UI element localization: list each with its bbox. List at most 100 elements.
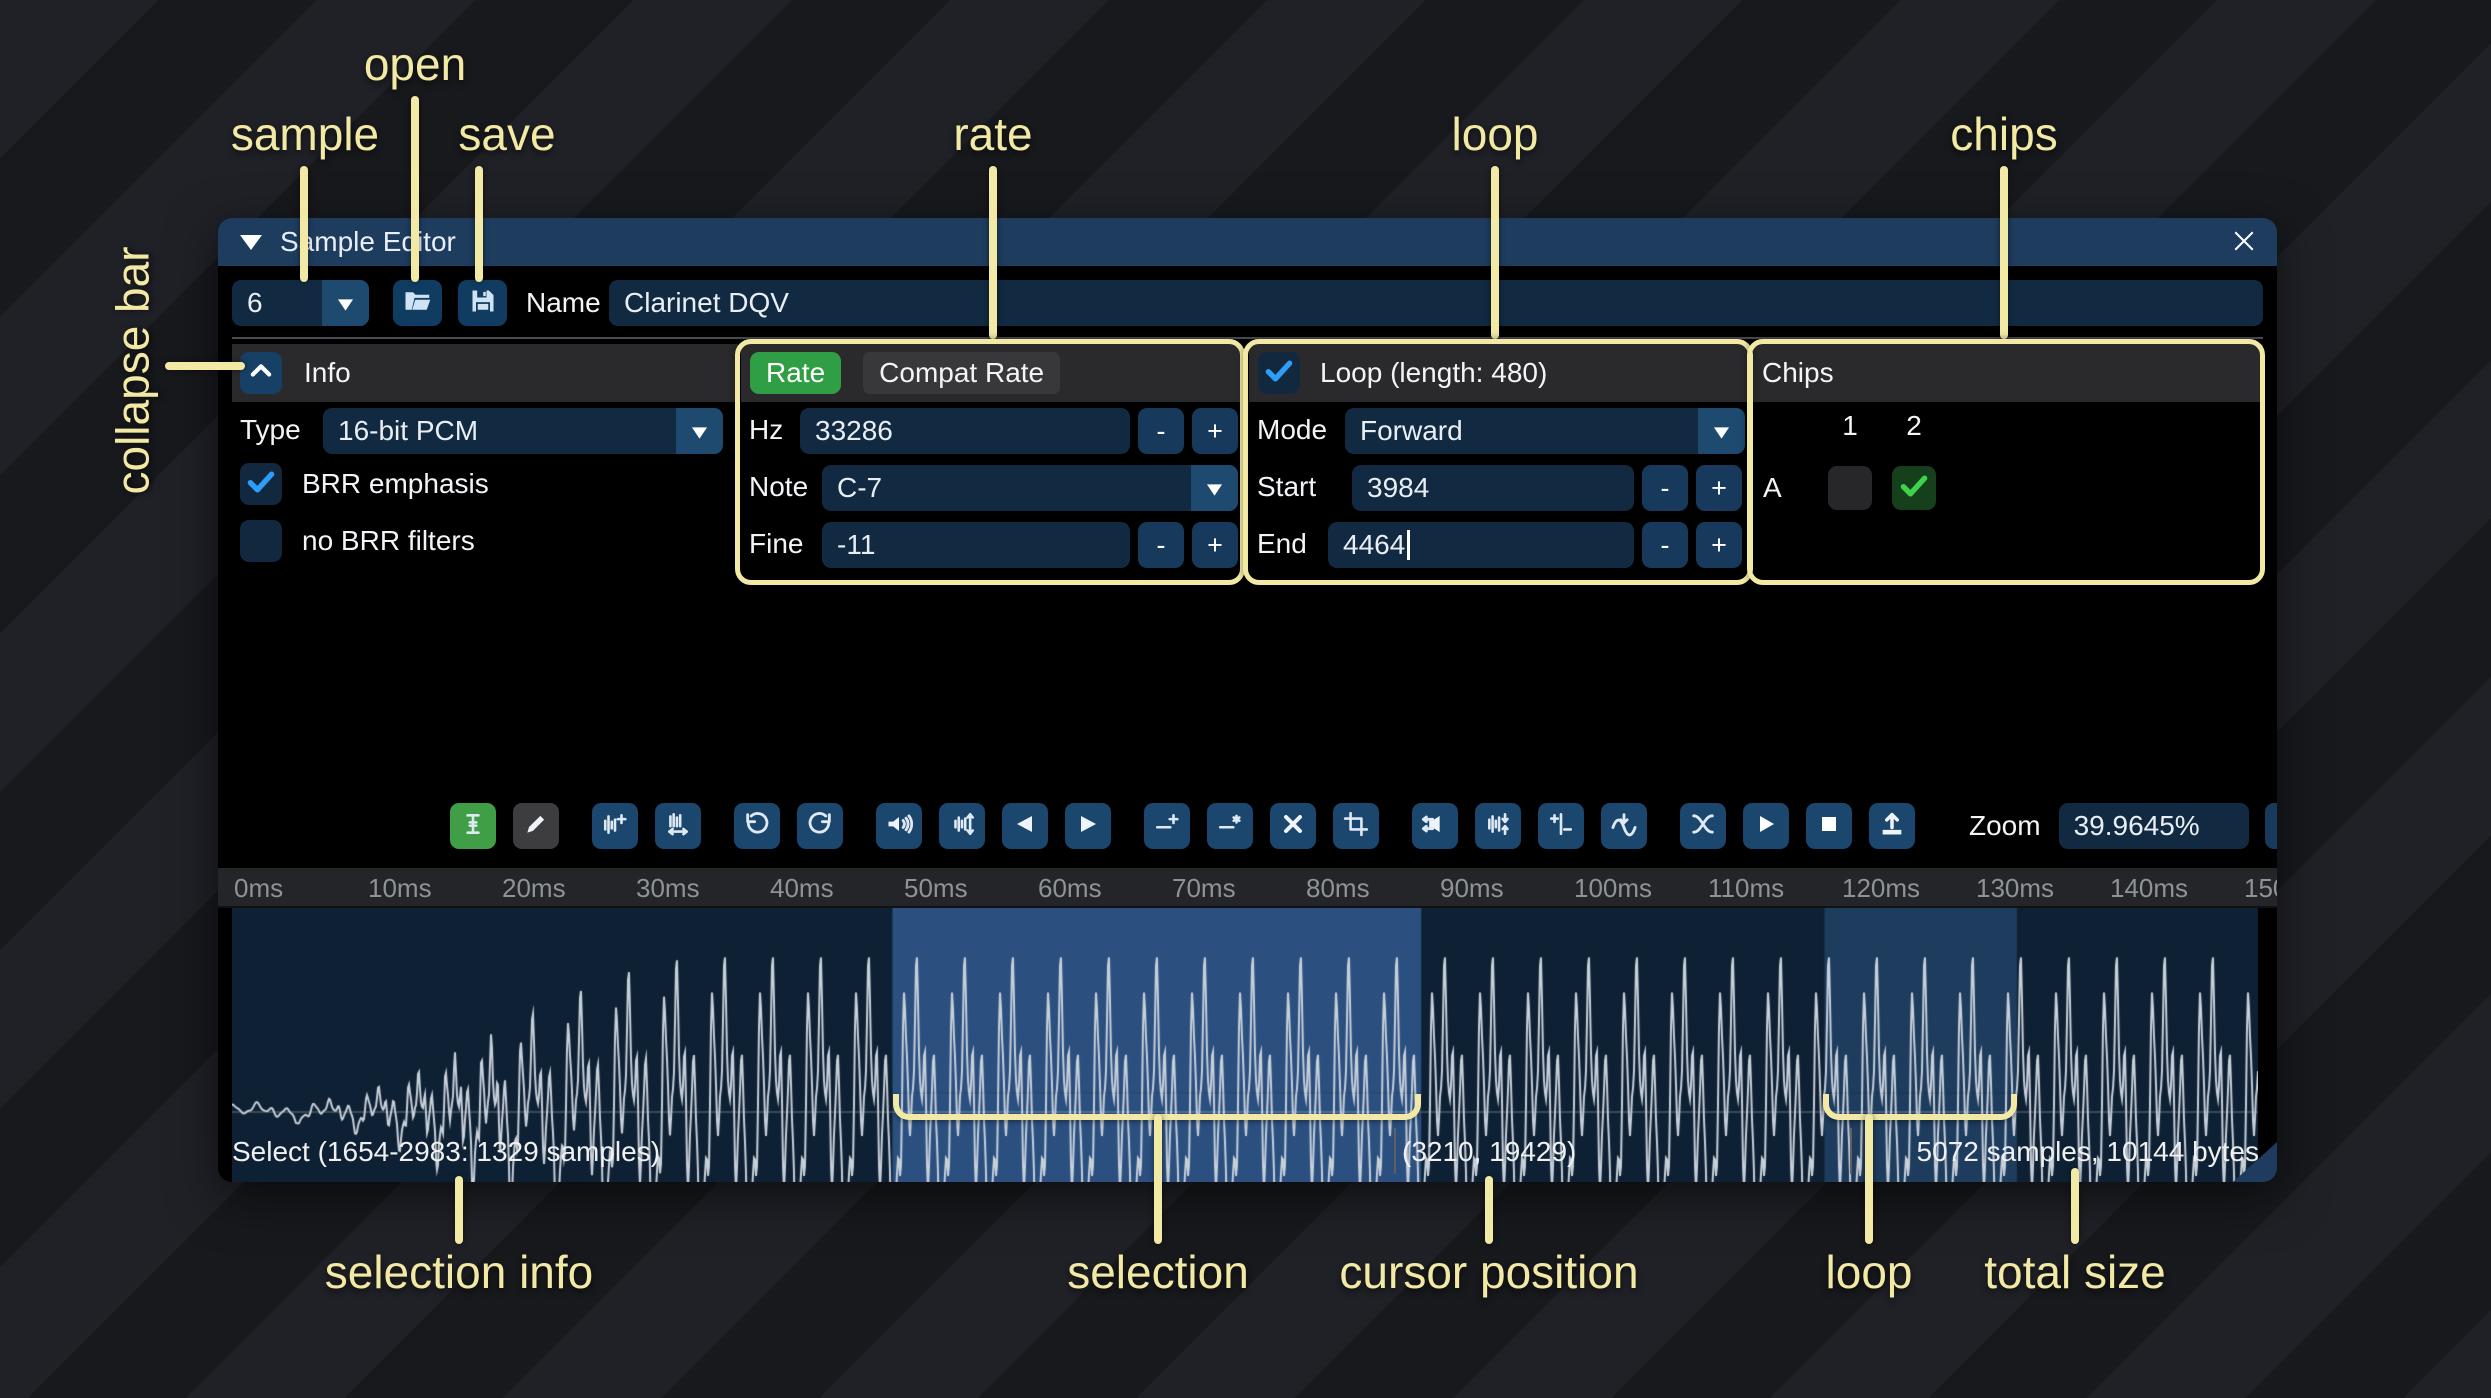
annotation-rate: rate	[953, 108, 1033, 160]
annotation-total-size: total size	[1984, 1246, 2166, 1298]
ruler-tick-50ms: 50ms	[904, 873, 968, 903]
redo-button[interactable]	[797, 803, 843, 849]
open-sample-button[interactable]	[393, 280, 442, 326]
normalize-icon	[949, 811, 975, 842]
amplify-button[interactable]	[876, 803, 922, 849]
fade-in-button[interactable]	[1002, 803, 1048, 849]
ruler-tick-110ms: 110ms	[1708, 873, 1785, 903]
resample-button[interactable]	[655, 803, 701, 849]
status-divider	[1394, 1128, 1396, 1174]
floppy-save-icon	[469, 287, 497, 320]
annotation-open: open	[363, 38, 467, 90]
annotation-line-loop-bottom	[1865, 1114, 1873, 1244]
annotation-rect-chips	[1747, 339, 2265, 585]
undo-button[interactable]	[734, 803, 780, 849]
ruler-tick-30ms: 30ms	[636, 873, 700, 903]
apply-silence-button[interactable]	[1207, 803, 1253, 849]
fade-in-icon	[1013, 812, 1037, 841]
info-section-header: Info	[232, 344, 738, 402]
annotation-line-total-size	[2071, 1168, 2079, 1244]
annotation-line-selection	[1154, 1114, 1162, 1244]
apply-filter-button[interactable]	[1601, 803, 1647, 849]
delete-button[interactable]	[1270, 803, 1316, 849]
annotation-line-loop	[1491, 166, 1499, 339]
save-sample-button[interactable]	[458, 280, 507, 326]
zoom-input[interactable]: 39.9645%	[2058, 803, 2249, 849]
status-selection-info: Select (1654-2983: 1329 samples)	[232, 1136, 661, 1167]
folder-open-icon	[403, 286, 433, 321]
annotation-cursor-position: cursor position	[1339, 1246, 1639, 1298]
zoom-out-button[interactable]: -	[2264, 803, 2277, 849]
collapse-bar-button[interactable]	[240, 352, 282, 394]
trim-button[interactable]	[1333, 803, 1379, 849]
select-mode-button[interactable]	[450, 803, 496, 849]
window-collapse-triangle-icon[interactable]	[240, 234, 262, 250]
ruler-tick-70ms: 70ms	[1172, 873, 1236, 903]
info-section-title: Info	[304, 357, 351, 388]
redo-icon	[806, 810, 834, 843]
crossfade-button[interactable]	[1680, 803, 1726, 849]
no-brr-filters-checkbox[interactable]	[240, 520, 282, 562]
sample-number-selector[interactable]: 6	[232, 280, 369, 326]
annotation-sample: sample	[230, 108, 380, 160]
ruler-tick-0ms: 0ms	[234, 873, 284, 903]
undo-icon	[743, 810, 771, 843]
amplify-icon	[885, 810, 914, 843]
ruler-tick-40ms: 40ms	[770, 873, 834, 903]
ruler-tick-100ms: 100ms	[1574, 873, 1653, 903]
annotation-line-rate	[989, 166, 997, 339]
sample-type-value: 16-bit PCM	[338, 415, 479, 446]
zoom-label: Zoom	[1969, 810, 2041, 841]
play-icon	[1754, 812, 1778, 841]
draw-mode-button[interactable]	[513, 803, 559, 849]
resize-button[interactable]	[592, 803, 638, 849]
status-cursor-position: (3210, 19429)	[1402, 1136, 1577, 1167]
checkmark-icon	[244, 465, 278, 504]
annotation-chips: chips	[1950, 108, 2058, 160]
close-icon	[2229, 226, 2259, 261]
reverse-icon	[1421, 810, 1449, 843]
ruler-tick-10ms: 10ms	[368, 873, 432, 903]
annotation-rect-rate	[735, 339, 1245, 585]
annotation-selection-info: selection info	[324, 1246, 594, 1298]
invert-icon	[1485, 811, 1511, 842]
annotation-line-chips	[2000, 166, 2008, 339]
close-button[interactable]	[2227, 226, 2261, 260]
sample-type-dropdown[interactable]: 16-bit PCM	[323, 408, 723, 454]
resize-icon	[602, 811, 628, 842]
convert-signedness-button[interactable]	[1538, 803, 1584, 849]
status-divider	[1850, 1128, 1852, 1174]
annotation-line-cursor-position	[1485, 1176, 1493, 1244]
chevron-down-icon[interactable]	[676, 408, 723, 454]
preview-play-button[interactable]	[1743, 803, 1789, 849]
annotation-line-open	[411, 96, 419, 282]
preview-stop-button[interactable]	[1806, 803, 1852, 849]
annotation-line-save	[475, 166, 483, 282]
insert-silence-button[interactable]	[1144, 803, 1190, 849]
time-ruler[interactable]: 0ms 10ms 20ms 30ms 40ms 50ms 60ms 70ms 80ms 90ms 1…	[218, 868, 2277, 908]
stop-icon	[1817, 812, 1841, 841]
sample-name-input[interactable]: Clarinet DQV	[609, 280, 2263, 326]
ruler-tick-90ms: 90ms	[1440, 873, 1504, 903]
window-resize-grip[interactable]	[2233, 1142, 2277, 1182]
window-titlebar[interactable]: Sample Editor	[218, 218, 2277, 266]
crossfade-icon	[1689, 810, 1717, 843]
upload-icon	[1878, 810, 1906, 843]
ibeam-icon	[460, 811, 486, 842]
page-background: Sample Editor 6 Name Clarinet DQV Info T…	[0, 0, 2491, 1398]
annotation-save: save	[458, 108, 556, 160]
annotation-rect-loop	[1243, 339, 1753, 585]
chevron-up-icon	[247, 357, 275, 390]
chevron-down-icon[interactable]	[322, 280, 369, 326]
ruler-tick-150ms: 150ms	[2244, 873, 2277, 903]
ruler-tick-60ms: 60ms	[1038, 873, 1102, 903]
sample-number-value: 6	[247, 287, 263, 318]
reverse-button[interactable]	[1412, 803, 1458, 849]
brr-emphasis-checkbox[interactable]	[240, 463, 282, 505]
invert-button[interactable]	[1475, 803, 1521, 849]
ruler-tick-80ms: 80ms	[1306, 873, 1370, 903]
upload-sample-button[interactable]	[1869, 803, 1915, 849]
annotation-line-selection-info	[455, 1176, 463, 1244]
fade-out-button[interactable]	[1065, 803, 1111, 849]
normalize-button[interactable]	[939, 803, 985, 849]
